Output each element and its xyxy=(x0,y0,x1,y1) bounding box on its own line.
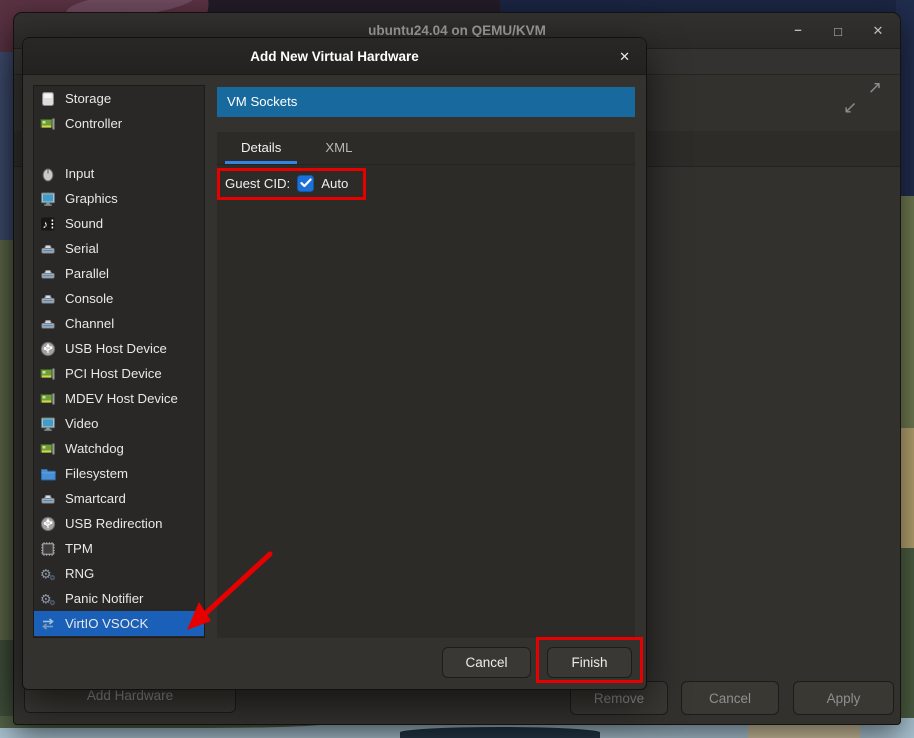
sidebar-item-video[interactable]: Video xyxy=(34,411,204,436)
sidebar-item-label: Input xyxy=(65,166,94,181)
apply-button[interactable]: Apply xyxy=(793,681,894,715)
sidebar-item-label: Serial xyxy=(65,241,99,256)
sidebar-item-label: TPM xyxy=(65,541,93,556)
sidebar-item-filesystem[interactable]: Filesystem xyxy=(34,461,204,486)
sidebar-item-smartcard[interactable]: Smartcard xyxy=(34,486,204,511)
panel-header: VM Sockets xyxy=(217,87,635,117)
chip-icon xyxy=(40,541,56,557)
sidebar-item-rng[interactable]: ⚙ RNG xyxy=(34,561,204,586)
sidebar-item-label: Panic Notifier xyxy=(65,591,143,606)
guest-cid-label: Guest CID: xyxy=(225,176,290,191)
dialog-cancel-button[interactable]: Cancel xyxy=(442,647,531,678)
pci-card-icon xyxy=(40,366,56,382)
minimize-icon[interactable]: – xyxy=(790,22,806,37)
sidebar-item-label: Watchdog xyxy=(65,441,124,456)
sidebar-item-input[interactable]: Input xyxy=(34,161,204,186)
sidebar-item-parallel[interactable]: Parallel xyxy=(34,261,204,286)
sidebar-item-virtio-vsock[interactable]: VirtIO VSOCK xyxy=(34,611,204,636)
guest-cid-row: Guest CID: Auto xyxy=(225,171,348,195)
mouse-icon xyxy=(40,166,56,182)
sidebar-item-panic-notifier[interactable]: ⚙ Panic Notifier xyxy=(34,586,204,611)
maximize-icon[interactable]: □ xyxy=(830,24,846,39)
monitor-icon xyxy=(40,191,56,207)
gear-icon: ⚙ xyxy=(40,591,56,607)
add-hardware-dialog: Add New Virtual Hardware ✕ Storage Contro… xyxy=(22,37,647,690)
sidebar-item-usb-host-device[interactable]: USB Host Device xyxy=(34,336,204,361)
tab-bar: DetailsXML xyxy=(217,132,635,165)
sidebar-item-label: Controller xyxy=(65,116,122,131)
serial-port-icon xyxy=(40,241,56,257)
sidebar-item-label: Video xyxy=(65,416,99,431)
svg-text:♪: ♪ xyxy=(43,219,49,231)
usb-icon xyxy=(40,516,56,532)
sidebar-item-empty xyxy=(34,136,204,161)
usb-icon xyxy=(40,341,56,357)
sidebar-item-label: RNG xyxy=(65,566,94,581)
wallpaper xyxy=(400,727,600,738)
sidebar-item-sound[interactable]: ♪ Sound xyxy=(34,211,204,236)
folder-icon xyxy=(40,466,56,482)
sidebar-item-controller[interactable]: Controller xyxy=(34,111,204,136)
sidebar-item-label: USB Redirection xyxy=(65,516,162,531)
window-cancel-button[interactable]: Cancel xyxy=(681,681,779,715)
sidebar-item-label: Parallel xyxy=(65,266,109,281)
sidebar-item-console[interactable]: Console xyxy=(34,286,204,311)
svg-text:⚙: ⚙ xyxy=(40,591,52,606)
sidebar-item-storage[interactable]: Storage xyxy=(34,86,204,111)
sidebar-item-usb-redirection[interactable]: USB Redirection xyxy=(34,511,204,536)
serial-port-icon xyxy=(40,316,56,332)
sidebar-item-label: VirtIO VSOCK xyxy=(65,616,148,631)
svg-text:⚙: ⚙ xyxy=(40,566,52,581)
sidebar-item-label: Filesystem xyxy=(65,466,128,481)
dialog-titlebar[interactable]: Add New Virtual Hardware ✕ xyxy=(23,38,646,75)
dialog-title: Add New Virtual Hardware xyxy=(23,38,646,75)
serial-port-icon xyxy=(40,491,56,507)
hardware-type-list: Storage Controller Input Graphics ♪ Sound Seri… xyxy=(33,85,205,638)
sidebar-item-label: Channel xyxy=(65,316,114,331)
sidebar-item-label: Graphics xyxy=(65,191,118,206)
pci-card-icon xyxy=(40,441,56,457)
sidebar-item-channel[interactable]: Channel xyxy=(34,311,204,336)
close-icon[interactable]: ✕ xyxy=(870,23,886,39)
desktop: ubuntu24.04 on QEMU/KVM – □ ✕ ↗↙ Add Har… xyxy=(0,0,914,738)
disk-icon xyxy=(40,91,56,107)
auto-checkbox[interactable] xyxy=(297,175,314,192)
checkmark-icon xyxy=(300,178,312,188)
sidebar-item-label: Sound xyxy=(65,216,103,231)
monitor-icon xyxy=(40,416,56,432)
sidebar-item-label: Console xyxy=(65,291,113,306)
dialog-finish-button[interactable]: Finish xyxy=(547,647,632,678)
serial-port-icon xyxy=(40,266,56,282)
sidebar-item-graphics[interactable]: Graphics xyxy=(34,186,204,211)
pci-card-icon xyxy=(40,391,56,407)
sidebar-item-serial[interactable]: Serial xyxy=(34,236,204,261)
fullscreen-expand-icon[interactable]: ↗↙ xyxy=(842,79,882,117)
sidebar-item-label: USB Host Device xyxy=(65,341,167,356)
sidebar-item-label: Smartcard xyxy=(65,491,126,506)
speaker-icon: ♪ xyxy=(40,216,56,232)
sidebar-item-label: PCI Host Device xyxy=(65,366,162,381)
sidebar-item-label: Storage xyxy=(65,91,111,106)
pci-card-icon xyxy=(40,116,56,132)
panel-body: DetailsXML Guest CID: Auto xyxy=(217,132,635,638)
serial-port-icon xyxy=(40,291,56,307)
sidebar-item-pci-host-device[interactable]: PCI Host Device xyxy=(34,361,204,386)
tab-xml[interactable]: XML xyxy=(303,132,374,164)
sidebar-item-tpm[interactable]: TPM xyxy=(34,536,204,561)
dialog-close-icon[interactable]: ✕ xyxy=(619,38,630,75)
blank-icon xyxy=(40,141,56,157)
auto-checkbox-label: Auto xyxy=(321,176,348,191)
sidebar-item-watchdog[interactable]: Watchdog xyxy=(34,436,204,461)
sidebar-item-mdev-host-device[interactable]: MDEV Host Device xyxy=(34,386,204,411)
tab-details[interactable]: Details xyxy=(219,132,303,164)
vsock-arrows-icon xyxy=(40,616,56,632)
sidebar-item-label: MDEV Host Device xyxy=(65,391,178,406)
gear-icon: ⚙ xyxy=(40,566,56,582)
